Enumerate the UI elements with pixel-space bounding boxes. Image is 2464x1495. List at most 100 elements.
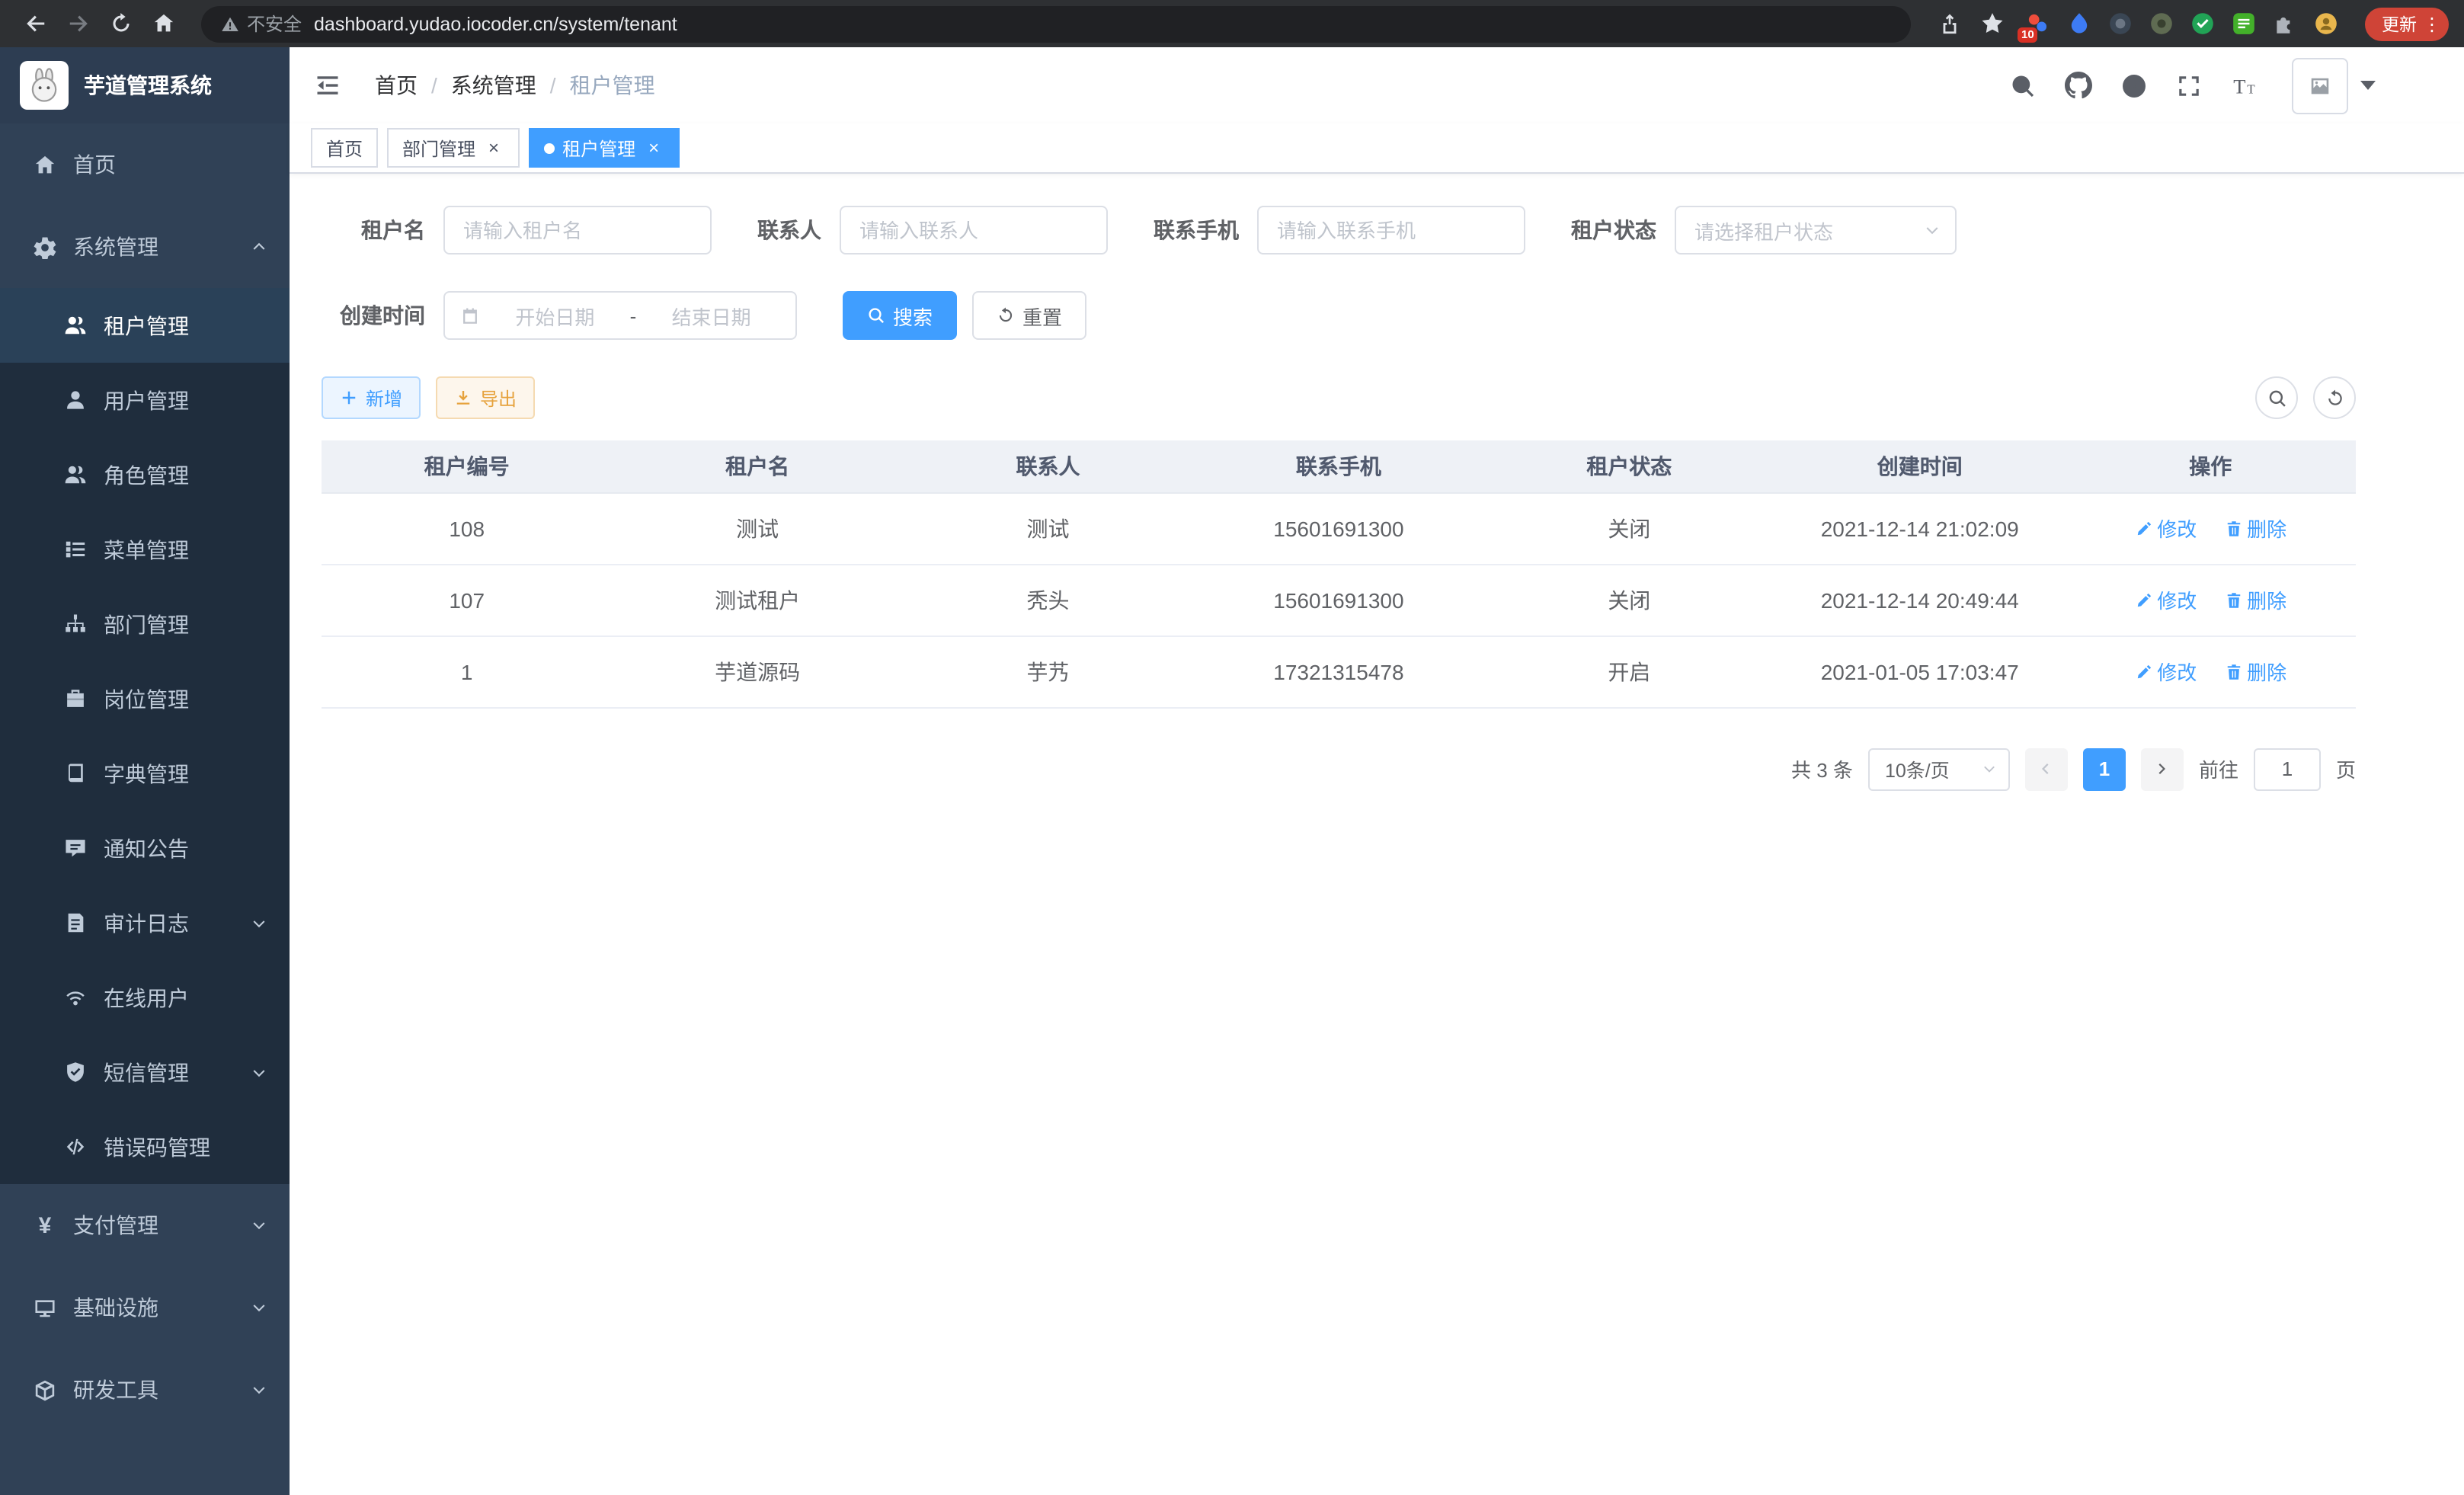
browser-toolbar: 不安全 dashboard.yudao.iocoder.cn/system/te… xyxy=(0,0,2464,47)
goto-page-input[interactable] xyxy=(2254,748,2321,790)
chrome-update-button[interactable]: 更新 ⋮ xyxy=(2365,7,2449,40)
sidebar-item-sms-management[interactable]: 短信管理 xyxy=(0,1035,290,1109)
next-page-button[interactable] xyxy=(2141,748,2184,790)
edit-link[interactable]: 修改 xyxy=(2134,657,2197,686)
pencil-icon xyxy=(2134,591,2152,609)
status-select[interactable]: 请选择租户状态 xyxy=(1675,206,1957,255)
sidebar-item-error-code-management[interactable]: 错误码管理 xyxy=(0,1109,290,1184)
back-icon[interactable] xyxy=(15,4,55,43)
delete-link[interactable]: 删除 xyxy=(2224,514,2286,543)
app-logo-row[interactable]: 芋道管理系统 xyxy=(0,47,290,123)
edit-link[interactable]: 修改 xyxy=(2134,585,2197,614)
fullscreen-icon[interactable] xyxy=(2176,72,2202,98)
table-row: 1 芋道源码 芋艿 17321315478 开启 2021-01-05 17:0… xyxy=(322,635,2356,707)
edit-link-label: 修改 xyxy=(2157,585,2197,614)
breadcrumb-home[interactable]: 首页 xyxy=(375,70,418,101)
edit-link[interactable]: 修改 xyxy=(2134,514,2197,543)
help-icon[interactable]: ? xyxy=(2121,72,2147,98)
breadcrumb-system[interactable]: 系统管理 xyxy=(451,70,536,101)
sidebar-item-audit-log[interactable]: 审计日志 xyxy=(0,885,290,960)
avatar[interactable] xyxy=(2292,57,2348,114)
delete-link[interactable]: 删除 xyxy=(2224,585,2286,614)
caret-down-icon[interactable] xyxy=(2360,81,2376,90)
cell-tenant-id: 1 xyxy=(322,635,612,707)
mobile-input[interactable] xyxy=(1257,206,1525,255)
tag-tenant-management[interactable]: 租户管理 × xyxy=(529,128,680,168)
extensions-puzzle-icon[interactable] xyxy=(2272,11,2298,37)
home-button-icon[interactable] xyxy=(143,4,183,43)
refresh-table-button[interactable] xyxy=(2313,376,2356,419)
sidebar-item-menu-management[interactable]: 菜单管理 xyxy=(0,512,290,587)
sidebar-item-dev-tools[interactable]: 研发工具 xyxy=(0,1349,290,1431)
extension-icon-6[interactable] xyxy=(2231,11,2257,37)
share-icon[interactable] xyxy=(1929,4,1969,43)
search-button[interactable]: 搜索 xyxy=(843,291,957,340)
address-bar[interactable]: 不安全 dashboard.yudao.iocoder.cn/system/te… xyxy=(201,5,1911,42)
sidebar-item-dept-management[interactable]: 部门管理 xyxy=(0,587,290,661)
tenant-name-input[interactable] xyxy=(443,206,712,255)
sidebar-item-tenant-management[interactable]: 租户管理 xyxy=(0,288,290,363)
tag-home[interactable]: 首页 xyxy=(311,128,378,168)
delete-link[interactable]: 删除 xyxy=(2224,657,2286,686)
infra-monitor-icon xyxy=(34,1296,56,1319)
sidebar-item-system-management[interactable]: 系统管理 xyxy=(0,206,290,288)
cell-created: 2021-12-14 20:49:44 xyxy=(1774,564,2065,635)
prev-page-button[interactable] xyxy=(2025,748,2068,790)
sidebar-item-dict-management[interactable]: 字典管理 xyxy=(0,736,290,811)
cell-actions: 修改 删除 xyxy=(2065,492,2356,564)
sidebar-item-notice[interactable]: 通知公告 xyxy=(0,811,290,885)
chevron-left-icon xyxy=(2038,760,2055,777)
browser-menu-icon[interactable]: ⋮ xyxy=(2421,13,2441,34)
url-text: dashboard.yudao.iocoder.cn/system/tenant xyxy=(314,13,677,34)
extension-icon-3[interactable] xyxy=(2107,11,2133,37)
bookmark-star-icon[interactable] xyxy=(1972,4,2011,43)
search-icon xyxy=(867,306,885,325)
user-avatar-menu[interactable] xyxy=(2292,57,2376,114)
sidebar-item-label: 研发工具 xyxy=(73,1375,158,1405)
page-size-select[interactable]: 10条/页 xyxy=(1868,748,2010,790)
table-row: 108 测试 测试 15601691300 关闭 2021-12-14 21:0… xyxy=(322,492,2356,564)
sidebar-item-label: 支付管理 xyxy=(73,1210,158,1240)
sidebar-item-payment-management[interactable]: ¥ 支付管理 xyxy=(0,1184,290,1266)
sidebar-item-home[interactable]: 首页 xyxy=(0,123,290,206)
page-number-button[interactable]: 1 xyxy=(2083,748,2126,790)
extension-icon-5[interactable] xyxy=(2190,11,2216,37)
security-warning[interactable]: 不安全 xyxy=(221,11,302,37)
close-icon[interactable]: × xyxy=(643,137,664,158)
forward-icon[interactable] xyxy=(58,4,98,43)
chevron-down-icon xyxy=(250,1063,268,1081)
sidebar-item-role-management[interactable]: 角色管理 xyxy=(0,437,290,512)
github-icon[interactable] xyxy=(2065,72,2092,99)
toggle-search-button[interactable] xyxy=(2255,376,2298,419)
sidebar-collapse-icon[interactable] xyxy=(290,47,366,123)
close-icon[interactable]: × xyxy=(483,137,504,158)
cell-contact: 芋艿 xyxy=(903,635,1193,707)
reset-button[interactable]: 重置 xyxy=(972,291,1086,340)
export-button[interactable]: 导出 xyxy=(436,376,535,419)
end-date-placeholder[interactable]: 结束日期 xyxy=(642,301,780,330)
refresh-icon xyxy=(2325,388,2344,408)
add-button[interactable]: 新增 xyxy=(322,376,421,419)
extension-icon-4[interactable] xyxy=(2149,11,2174,37)
filter-mobile: 联系手机 xyxy=(1154,206,1525,255)
menu-list-icon xyxy=(64,538,87,561)
reload-icon[interactable] xyxy=(101,4,140,43)
sidebar-item-user-management[interactable]: 用户管理 xyxy=(0,363,290,437)
extension-icon-1[interactable]: 10 xyxy=(2025,11,2051,37)
sidebar-item-infrastructure[interactable]: 基础设施 xyxy=(0,1266,290,1349)
font-size-icon[interactable]: TT xyxy=(2231,72,2257,98)
extension-icon-2[interactable] xyxy=(2066,11,2092,37)
sidebar-item-online-users[interactable]: 在线用户 xyxy=(0,960,290,1035)
start-date-placeholder[interactable]: 开始日期 xyxy=(486,301,624,330)
cell-status: 关闭 xyxy=(1484,492,1774,564)
cell-status: 关闭 xyxy=(1484,564,1774,635)
sidebar-item-label: 岗位管理 xyxy=(104,683,189,714)
tag-dept-management[interactable]: 部门管理 × xyxy=(387,128,520,168)
date-range-picker[interactable]: 开始日期 - 结束日期 xyxy=(443,291,797,340)
header-search-icon[interactable] xyxy=(2010,72,2036,98)
contact-input[interactable] xyxy=(840,206,1108,255)
chevron-down-icon xyxy=(250,1381,268,1399)
profile-avatar-icon[interactable] xyxy=(2313,11,2339,37)
sidebar-item-post-management[interactable]: 岗位管理 xyxy=(0,661,290,736)
tag-label: 部门管理 xyxy=(402,135,475,161)
